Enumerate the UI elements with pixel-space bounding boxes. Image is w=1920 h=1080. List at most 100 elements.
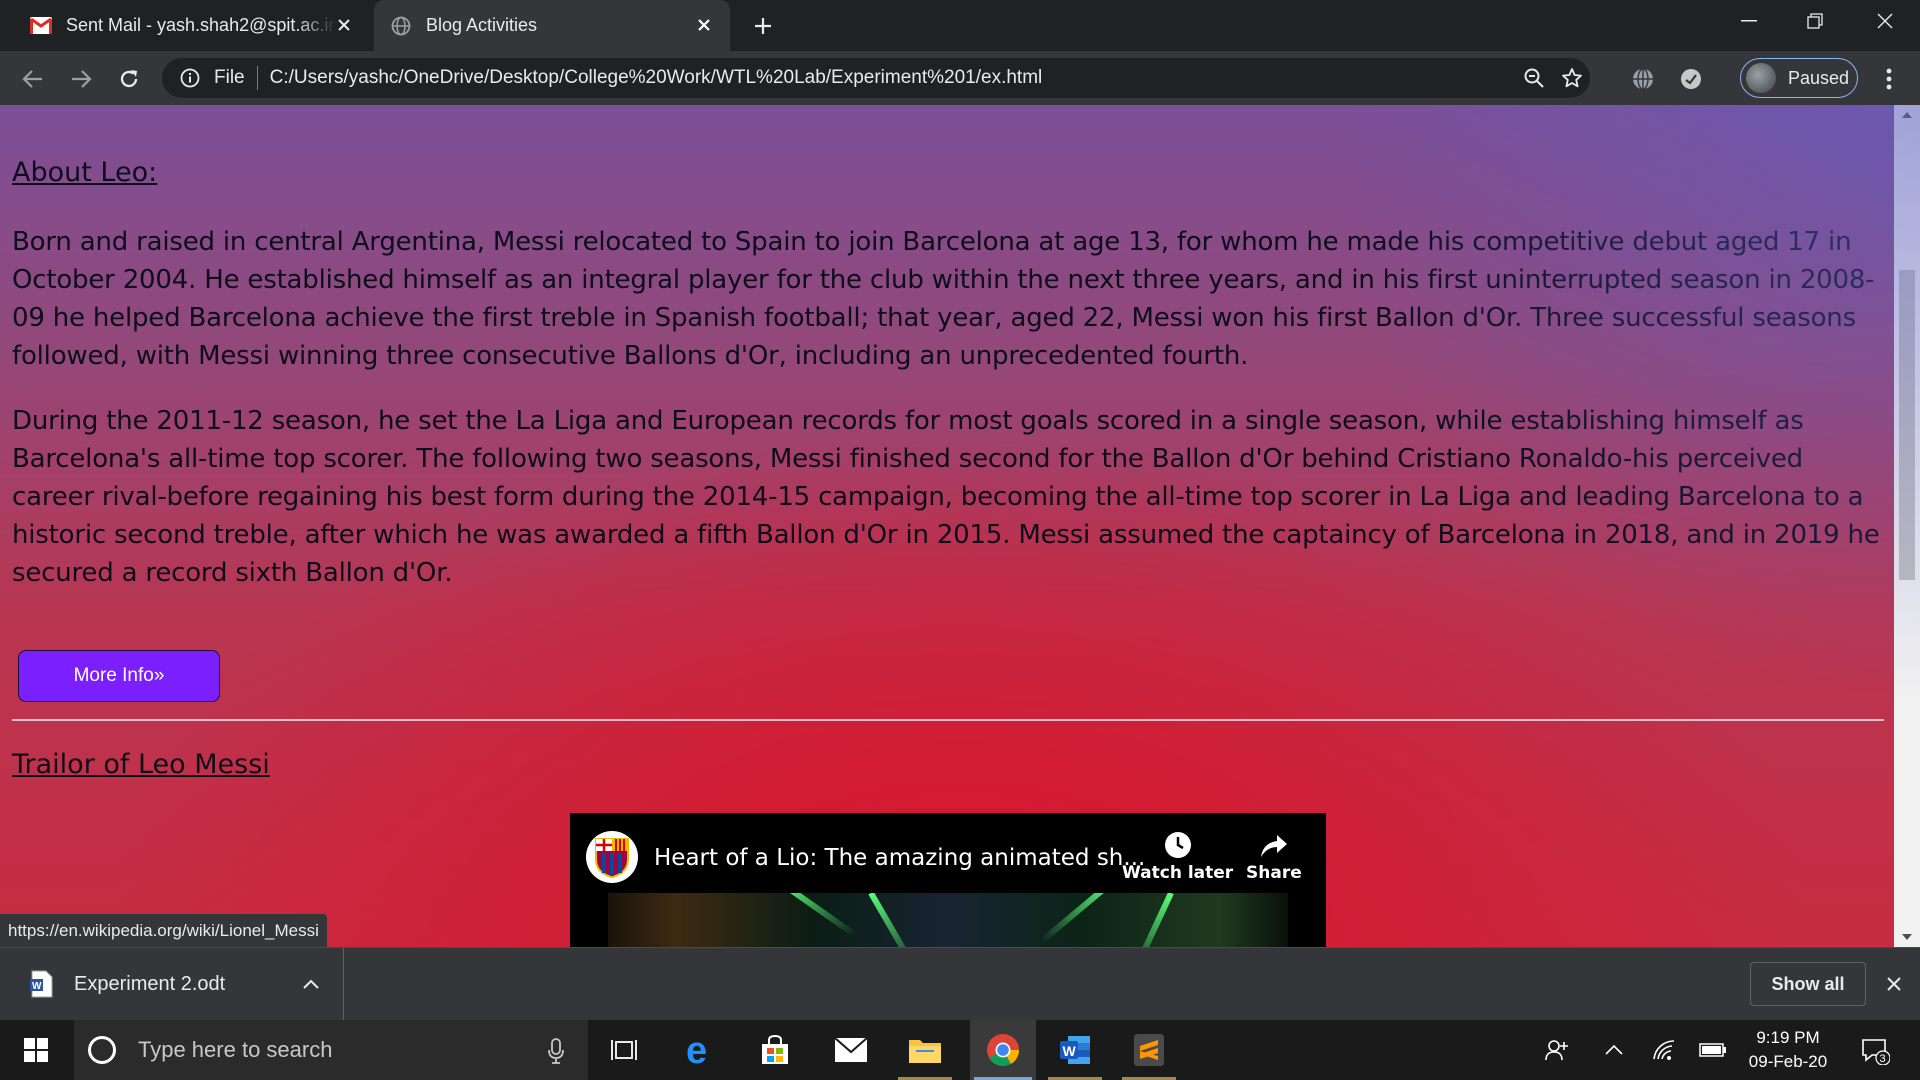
show-hidden-icons-button[interactable] [1590, 1020, 1638, 1080]
plus-icon [755, 18, 771, 34]
page-scrollbar[interactable] [1894, 105, 1920, 947]
info-icon[interactable] [178, 66, 202, 90]
share-label: Share [1246, 863, 1302, 883]
divider [256, 66, 258, 90]
chrome-icon [987, 1034, 1020, 1067]
extension-button[interactable] [1674, 62, 1708, 96]
chevron-up-icon[interactable] [303, 972, 319, 995]
download-shelf: W Experiment 2.odt Show all [0, 947, 1920, 1020]
forward-button[interactable] [64, 62, 98, 96]
taskbar-search-box[interactable]: Type here to search [74, 1020, 588, 1080]
scroll-down-arrow-icon[interactable] [1894, 927, 1920, 947]
mail-envelope-icon [834, 1037, 868, 1062]
people-button[interactable] [1534, 1020, 1578, 1080]
close-tab-icon[interactable] [332, 13, 356, 37]
file-explorer-app[interactable] [894, 1020, 956, 1080]
url-text[interactable]: C:/Users/yashc/OneDrive/Desktop/College%… [270, 67, 1043, 89]
folder-icon [909, 1040, 941, 1063]
profile-button[interactable]: Paused [1740, 58, 1858, 98]
more-info-button[interactable]: More Info» [18, 650, 220, 702]
video-title[interactable]: Heart of a Lio: The amazing animated sh.… [654, 845, 1145, 871]
more-vert-icon [1886, 68, 1892, 90]
address-bar[interactable]: File C:/Users/yashc/OneDrive/Desktop/Col… [162, 58, 1590, 98]
show-all-downloads-button[interactable]: Show all [1750, 962, 1866, 1006]
restore-button[interactable] [1782, 0, 1848, 42]
watch-later-label: Watch later [1122, 863, 1234, 883]
about-paragraph-1: Born and raised in central Argentina, Me… [12, 227, 1875, 371]
video-thumbnail[interactable] [608, 893, 1288, 947]
bookmark-star-icon[interactable] [1560, 66, 1584, 90]
windows-taskbar: Type here to search e W 9:19 PM 09-Feb-2… [0, 1020, 1920, 1080]
svg-text:W: W [32, 981, 42, 992]
edge-icon: e [686, 1034, 707, 1066]
word-document-icon: W [30, 970, 53, 998]
sublime-text-icon [1134, 1034, 1164, 1066]
back-button[interactable] [16, 62, 50, 96]
battery-icon [1699, 1043, 1726, 1057]
battery-button[interactable] [1690, 1020, 1736, 1080]
task-view-button[interactable] [594, 1020, 654, 1080]
reload-icon [120, 70, 138, 88]
link-status-bubble: https://en.wikipedia.org/wiki/Lionel_Mes… [0, 914, 327, 947]
clock-date: 09-Feb-20 [1748, 1052, 1828, 1071]
sublime-text-app[interactable] [1118, 1020, 1180, 1080]
page-viewport: About Leo: Born and raised in central Ar… [0, 105, 1920, 947]
fc-barcelona-channel-logo[interactable] [586, 831, 638, 883]
clock-time: 9:19 PM [1756, 1028, 1820, 1047]
close-tab-icon[interactable] [692, 13, 716, 37]
tab-blog-activities[interactable]: Blog Activities [374, 0, 730, 51]
globe-icon [390, 15, 412, 37]
scroll-up-arrow-icon[interactable] [1894, 105, 1920, 125]
reload-button[interactable] [112, 62, 146, 96]
network-button[interactable] [1640, 1020, 1688, 1080]
people-icon [1545, 1040, 1568, 1061]
word-icon: W [1060, 1036, 1090, 1064]
forward-arrow-icon [72, 70, 92, 88]
svg-text:W: W [1063, 1043, 1077, 1059]
gmail-icon [30, 15, 52, 37]
mail-app[interactable] [820, 1020, 882, 1080]
watch-later-button[interactable]: Watch later [1122, 829, 1233, 883]
extension-globe-button[interactable] [1626, 62, 1660, 96]
trailer-heading: Trailor of Leo Messi [12, 749, 270, 780]
system-clock[interactable]: 9:19 PM 09-Feb-20 [1740, 1026, 1836, 1074]
tab-title: Blog Activities [426, 15, 538, 35]
youtube-video-embed[interactable]: Heart of a Lio: The amazing animated sh.… [570, 813, 1326, 947]
notification-count: 3 [1880, 1053, 1886, 1065]
url-scheme-label: File [214, 67, 245, 88]
new-tab-button[interactable] [748, 11, 778, 41]
chrome-app[interactable] [970, 1020, 1036, 1080]
share-arrow-icon [1246, 829, 1302, 859]
scrollbar-thumb[interactable] [1899, 270, 1915, 580]
action-center-button[interactable]: 3 [1846, 1020, 1904, 1080]
edge-browser-app[interactable]: e [670, 1020, 732, 1080]
store-bag-icon [762, 1034, 788, 1064]
search-placeholder: Type here to search [138, 1037, 333, 1062]
share-button[interactable]: Share [1246, 829, 1302, 883]
tab-sent-mail[interactable]: Sent Mail - yash.shah2@spit.ac.in [14, 0, 370, 51]
clock-icon [1122, 829, 1233, 859]
wifi-icon [1653, 1040, 1675, 1060]
extension-icon [1681, 69, 1701, 89]
close-download-shelf-icon[interactable] [1880, 970, 1908, 998]
horizontal-rule [12, 719, 1884, 721]
back-arrow-icon [22, 70, 42, 88]
about-heading: About Leo: [12, 157, 158, 188]
windows-logo-icon [24, 1038, 48, 1062]
cortana-icon [88, 1036, 116, 1064]
notification-icon: 3 [1862, 1039, 1890, 1065]
download-item[interactable]: W Experiment 2.odt [0, 948, 344, 1020]
store-app[interactable] [744, 1020, 806, 1080]
zoom-icon[interactable] [1522, 66, 1546, 90]
globe-extension-icon [1633, 68, 1653, 90]
microphone-icon[interactable] [548, 1038, 564, 1070]
browser-toolbar: File C:/Users/yashc/OneDrive/Desktop/Col… [0, 51, 1920, 105]
minimize-button[interactable] [1716, 0, 1782, 42]
about-paragraph-2: During the 2011-12 season, he set the La… [12, 406, 1880, 588]
chevron-up-icon [1605, 1045, 1623, 1055]
browser-menu-button[interactable] [1872, 62, 1906, 96]
start-button[interactable] [0, 1020, 72, 1080]
close-window-button[interactable] [1852, 0, 1918, 42]
svg-text:e: e [686, 1034, 707, 1066]
word-app[interactable]: W [1044, 1020, 1106, 1080]
